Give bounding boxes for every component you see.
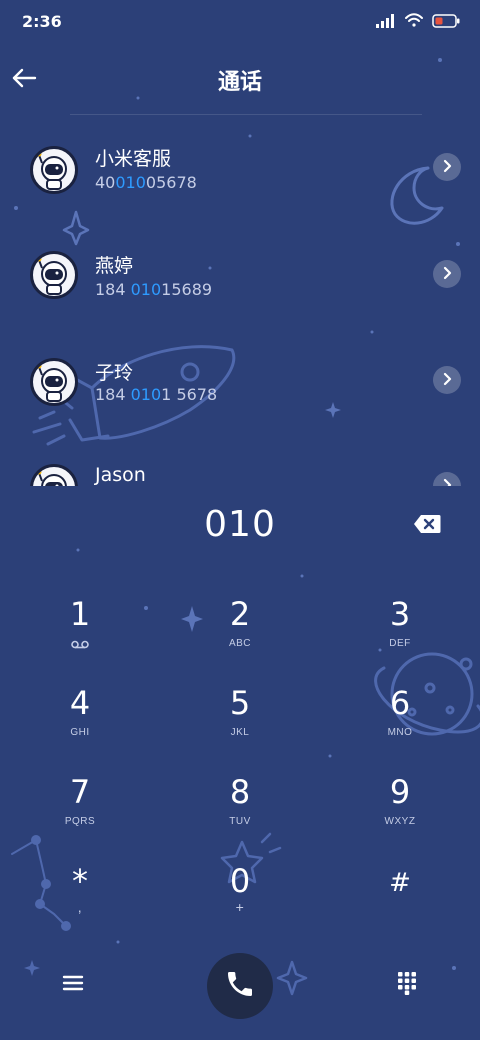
avatar — [30, 251, 78, 299]
avatar — [30, 146, 78, 194]
key-digit: 0 — [229, 862, 251, 900]
status-bar: 2:36 — [0, 0, 480, 44]
contact-name: Jason — [95, 464, 146, 486]
chevron-right-icon — [442, 158, 452, 177]
key-digit: 8 — [229, 773, 251, 811]
key-digit: # — [389, 868, 411, 898]
number-prefix: 40 — [95, 173, 116, 192]
key-3[interactable]: 3 DEF — [340, 588, 460, 658]
number-suffix: 1 5678 — [161, 385, 218, 404]
number-match-highlight: 010 — [130, 280, 162, 299]
contact-row[interactable]: 燕婷 184 01015689 — [0, 249, 480, 339]
key-digit: 6 — [389, 684, 411, 722]
status-time: 2:36 — [22, 12, 62, 31]
backspace-icon — [413, 514, 441, 538]
contact-number: 184 01015689 — [95, 280, 212, 299]
key-digit: 4 — [69, 684, 91, 722]
voicemail-icon — [20, 640, 140, 649]
key-0[interactable]: 0 + — [180, 855, 300, 925]
number-prefix: 184 — [95, 280, 131, 299]
call-button[interactable] — [207, 953, 273, 1019]
number-prefix: 184 — [95, 385, 131, 404]
key-7[interactable]: 7 PQRS — [20, 766, 140, 836]
contact-name: 小米客服 — [95, 148, 172, 170]
key-digit: 3 — [389, 595, 411, 633]
menu-button[interactable] — [58, 970, 88, 1000]
bottom-bar — [0, 952, 480, 1020]
key-8[interactable]: 8 TUV — [180, 766, 300, 836]
chevron-right-icon — [442, 371, 452, 390]
contact-detail-button[interactable] — [433, 153, 461, 181]
key-letters: WXYZ — [384, 816, 416, 827]
key-digit: 5 — [229, 684, 251, 722]
key-digit: 7 — [69, 773, 91, 811]
key-letters: , — [77, 899, 83, 915]
number-match-highlight: 010 — [130, 385, 162, 404]
key-1[interactable]: 1 — [20, 588, 140, 658]
contact-name: 子玲 — [95, 362, 134, 384]
key-digit: 9 — [389, 773, 411, 811]
contact-number: 4001005678 — [95, 173, 197, 192]
key-6[interactable]: 6 MNO — [340, 677, 460, 747]
contact-detail-button[interactable] — [433, 366, 461, 394]
key-4[interactable]: 4 GHI — [20, 677, 140, 747]
number-suffix: 05678 — [145, 173, 197, 192]
contact-row[interactable]: 子玲 184 0101 5678 — [0, 356, 480, 446]
key-9[interactable]: 9 WXYZ — [340, 766, 460, 836]
key-letters: DEF — [389, 638, 411, 649]
key-letters: JKL — [230, 727, 250, 738]
chevron-right-icon — [442, 477, 452, 486]
page-title: 通话 — [217, 70, 262, 95]
key-letters: TUV — [229, 816, 251, 827]
avatar — [30, 464, 78, 486]
key-letters: PQRS — [64, 816, 96, 827]
battery-icon — [432, 13, 460, 32]
backspace-button[interactable] — [410, 512, 444, 540]
menu-icon — [62, 974, 84, 996]
contact-row[interactable]: Jason — [0, 462, 480, 486]
number-suffix: 15689 — [161, 280, 213, 299]
dialpad-icon — [397, 971, 417, 999]
key-letters: MNO — [387, 727, 413, 738]
contact-list: 小米客服 4001005678 燕婷 184 01015689 子玲 184 0… — [0, 114, 480, 486]
key-digit: * — [72, 862, 88, 900]
contact-number: 184 0101 5678 — [95, 385, 217, 404]
contact-detail-button[interactable] — [433, 260, 461, 288]
number-match-highlight: 010 — [115, 173, 146, 192]
key-digit: 2 — [229, 595, 251, 633]
key-letters: ABC — [228, 638, 252, 649]
contact-detail-button[interactable] — [433, 472, 461, 486]
dialed-number: 010 — [204, 504, 276, 545]
key-letters: GHI — [70, 727, 90, 738]
key-digit: 1 — [69, 595, 91, 633]
wifi-icon — [404, 12, 424, 32]
keypad: 1 2 ABC 3 DEF 4 GHI 5 JKL 6 MNO 7 PQRS 8… — [0, 588, 480, 944]
header: 通话 — [0, 50, 480, 110]
signal-icon — [376, 13, 396, 32]
contact-row[interactable]: 小米客服 4001005678 — [0, 142, 480, 232]
key-hash[interactable]: # — [340, 855, 460, 925]
chevron-right-icon — [442, 265, 452, 284]
dialpad-toggle-button[interactable] — [392, 970, 422, 1000]
key-star[interactable]: * , — [20, 855, 140, 925]
status-icons — [376, 12, 460, 32]
phone-icon — [224, 968, 256, 1004]
key-2[interactable]: 2 ABC — [180, 588, 300, 658]
key-5[interactable]: 5 JKL — [180, 677, 300, 747]
dial-display: 010 — [0, 498, 480, 558]
contact-name: 燕婷 — [95, 255, 134, 277]
avatar — [30, 358, 78, 406]
key-letters: + — [235, 899, 245, 915]
